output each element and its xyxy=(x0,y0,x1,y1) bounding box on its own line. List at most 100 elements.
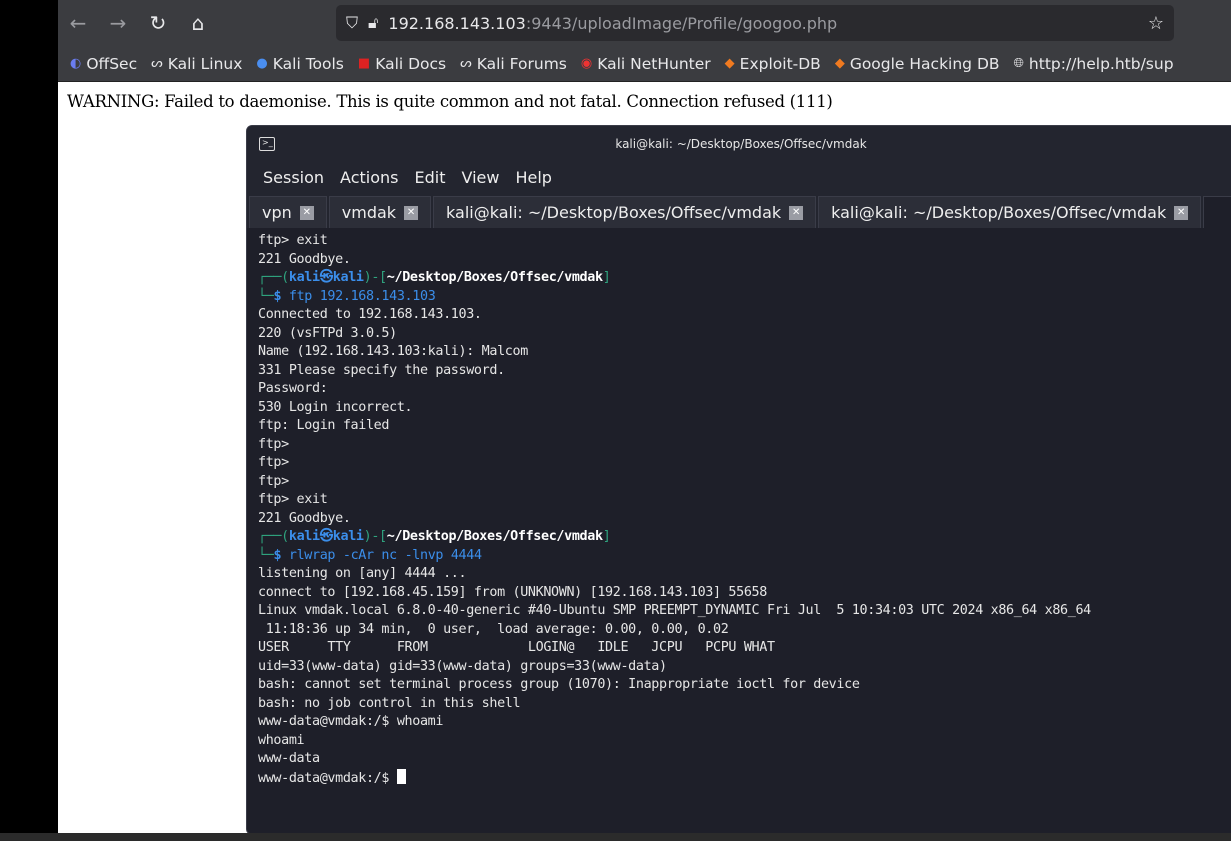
line-text: connect to [192.168.45.159] from (UNKNOW… xyxy=(258,584,767,600)
tab-kali-3[interactable]: kali@kali: ~/Desktop/Boxes/Offsec/vmdak ✕ xyxy=(433,196,817,228)
close-tab-icon[interactable]: ✕ xyxy=(299,205,314,220)
line-text: www-data@vmdak:/$ whoami xyxy=(258,714,444,729)
bookmark-kali-forums[interactable]: ᔕ Kali Forums xyxy=(460,55,567,73)
url-bar[interactable]: ⛉ 🔓︎ 192.168.143.103:9443/uploadImage/Pr… xyxy=(336,5,1174,41)
line-text: Name (192.168.143.103:kali): Malcom xyxy=(258,344,528,359)
nav-toolbar: ← → ↻ ⌂ ⛉ 🔓︎ 192.168.143.103:9443/upload… xyxy=(58,0,1231,46)
terminal-output[interactable]: ftp> exit 221 Goodbye. ┌──(kali㉿kali)-[~/D… xyxy=(247,228,1231,788)
terminal-line: bash: cannot set terminal process group … xyxy=(258,676,1231,695)
back-icon[interactable]: ← xyxy=(58,11,98,35)
terminal-line: whoami xyxy=(258,732,1231,751)
php-warning-text: WARNING: Failed to daemonise. This is qu… xyxy=(67,92,833,111)
terminal-line: ┌──(kali㉿kali)-[~/Desktop/Boxes/Offsec/v… xyxy=(258,270,611,285)
url-host: 192.168.143.103 xyxy=(388,13,526,33)
terminal-line: www-data xyxy=(258,750,1231,769)
terminal-line: www-data@vmdak:/$ whoami xyxy=(258,713,1231,732)
tab-vpn[interactable]: vpn ✕ xyxy=(249,196,327,228)
tab-label: kali@kali: ~/Desktop/Boxes/Offsec/vmdak xyxy=(446,203,782,222)
terminal-line: Password: xyxy=(258,380,1231,399)
terminal-line: Connected to 192.168.143.103. xyxy=(258,306,1231,325)
terminal-line: Linux vmdak.local 6.8.0-40-generic #40-U… xyxy=(258,602,1231,621)
terminal-line: USER TTY FROM LOGIN@ IDLE JCPU PCPU WHAT xyxy=(258,639,1231,658)
bookmark-help-htb[interactable]: 🌐︎ http://help.htb/sup xyxy=(1014,55,1174,73)
tab-active[interactable] xyxy=(1203,196,1231,228)
globe-icon: 🌐︎ xyxy=(1013,56,1024,71)
line-text: Linux vmdak.local 6.8.0-40-generic #40-U… xyxy=(258,603,1091,618)
terminal-line: ftp> xyxy=(258,436,1231,455)
home-icon[interactable]: ⌂ xyxy=(178,11,218,35)
forward-icon[interactable]: → xyxy=(98,11,138,35)
bookmark-label: Google Hacking DB xyxy=(849,54,1000,73)
bookmarks-bar: ◐ OffSec ᔕ Kali Linux ● Kali Tools ■ Kali Do… xyxy=(58,46,1231,82)
tab-kali-4[interactable]: kali@kali: ~/Desktop/Boxes/Offsec/vmdak ✕ xyxy=(818,196,1202,228)
menu-session[interactable]: Session xyxy=(263,168,324,187)
bookmark-label: http://help.htb/sup xyxy=(1028,54,1174,73)
terminal-line: Name (192.168.143.103:kali): Malcom xyxy=(258,343,1231,362)
bookmark-kali-docs[interactable]: ■ Kali Docs xyxy=(358,55,446,73)
terminal-line: 530 Login incorrect. xyxy=(258,399,1231,418)
bookmark-label: Kali Docs xyxy=(375,54,447,73)
bookmark-offsec[interactable]: ◐ OffSec xyxy=(70,55,137,73)
menu-edit[interactable]: Edit xyxy=(415,168,446,187)
line-text: ftp> xyxy=(258,455,289,470)
terminal-line: ftp> xyxy=(258,454,1231,473)
bookmark-star-icon[interactable]: ☆ xyxy=(1148,13,1164,34)
terminal-line: 220 (vsFTPd 3.0.5) xyxy=(258,325,1231,344)
terminal-tabs: vpn ✕ vmdak ✕ kali@kali: ~/Desktop/Boxes/O… xyxy=(247,192,1231,228)
terminal-line: www-data@vmdak:/$ xyxy=(258,768,1231,789)
close-tab-icon[interactable]: ✕ xyxy=(404,205,419,220)
line-text: 221 Goodbye. xyxy=(258,510,351,526)
tab-label: vmdak xyxy=(341,203,397,222)
cursor xyxy=(396,768,406,784)
close-tab-icon[interactable]: ✕ xyxy=(1174,205,1189,220)
terminal-line: connect to [192.168.45.159] from (UNKNOW… xyxy=(258,584,1231,603)
line-text: USER TTY FROM LOGIN@ IDLE JCPU PCPU WHAT xyxy=(258,640,775,655)
menu-help[interactable]: Help xyxy=(515,168,551,187)
bookmark-label: Exploit-DB xyxy=(739,54,821,73)
bookmark-label: Kali NetHunter xyxy=(597,54,711,73)
url-path: :9443/uploadImage/Profile/googoo.php xyxy=(525,13,838,33)
terminal-line: 221 Goodbye. xyxy=(258,510,1231,529)
taskbar-strip xyxy=(0,833,1231,841)
terminal-titlebar[interactable]: >_ kali@kali: ~/Desktop/Boxes/Offsec/vmd… xyxy=(247,126,1231,162)
menu-actions[interactable]: Actions xyxy=(340,168,398,187)
menu-view[interactable]: View xyxy=(461,168,499,187)
line-text: 331 Please specify the password. xyxy=(258,362,505,378)
terminal-line: listening on [any] 4444 ... xyxy=(258,565,1231,584)
terminal-line: ftp> exit xyxy=(258,232,1231,251)
line-text: listening on [any] 4444 ... xyxy=(258,566,467,581)
bookmark-label: Kali Tools xyxy=(272,54,344,73)
line-text: www-data xyxy=(258,751,320,766)
reload-icon[interactable]: ↻ xyxy=(138,11,178,35)
bookmark-kali-tools[interactable]: ● Kali Tools xyxy=(256,55,343,73)
command: rlwrap xyxy=(288,547,336,563)
tab-label: kali@kali: ~/Desktop/Boxes/Offsec/vmdak xyxy=(831,203,1167,222)
bookmark-google-hacking-db[interactable]: ◆ Google Hacking DB xyxy=(835,55,1000,73)
bookmark-label: Kali Forums xyxy=(476,54,567,73)
line-text: ftp> xyxy=(258,473,289,489)
terminal-line: 221 Goodbye. xyxy=(258,251,1231,270)
line-text: Connected to 192.168.143.103. xyxy=(258,307,482,322)
line-text: uid=33(www-data) gid=33(www-data) groups… xyxy=(258,658,667,674)
bookmark-exploit-db[interactable]: ◆ Exploit-DB xyxy=(725,55,821,73)
line-text: ftp> exit xyxy=(258,233,328,248)
prompt-path: ~/Desktop/Boxes/Offsec/vmdak xyxy=(386,270,603,285)
line-text: bash: no job control in this shell xyxy=(258,695,521,711)
window-title: kali@kali: ~/Desktop/Boxes/Offsec/vmdak xyxy=(615,137,867,151)
line-text: 11:18:36 up 34 min, 0 user, load average… xyxy=(258,621,729,637)
terminal-window: >_ kali@kali: ~/Desktop/Boxes/Offsec/vmd… xyxy=(246,125,1231,835)
tab-vmdak[interactable]: vmdak ✕ xyxy=(328,196,432,228)
line-text: www-data@vmdak:/$ xyxy=(258,770,397,786)
terminal-line: ftp: Login failed xyxy=(258,417,1231,436)
lock-warning-icon: 🔓︎ xyxy=(368,13,379,32)
line-text: bash: cannot set terminal process group … xyxy=(258,677,860,692)
prompt-host: kali xyxy=(332,270,364,285)
bookmark-kali-nethunter[interactable]: ◉ Kali NetHunter xyxy=(581,55,711,73)
line-text: ftp> xyxy=(258,436,289,452)
bookmark-kali-linux[interactable]: ᔕ Kali Linux xyxy=(151,55,242,73)
line-text: 220 (vsFTPd 3.0.5) xyxy=(258,325,397,341)
terminal-menubar: Session Actions Edit View Help xyxy=(247,162,1231,192)
close-tab-icon[interactable]: ✕ xyxy=(789,205,804,220)
prompt-user: kali xyxy=(288,529,320,544)
terminal-line: └─$ ftp 192.168.143.103 xyxy=(258,288,436,304)
